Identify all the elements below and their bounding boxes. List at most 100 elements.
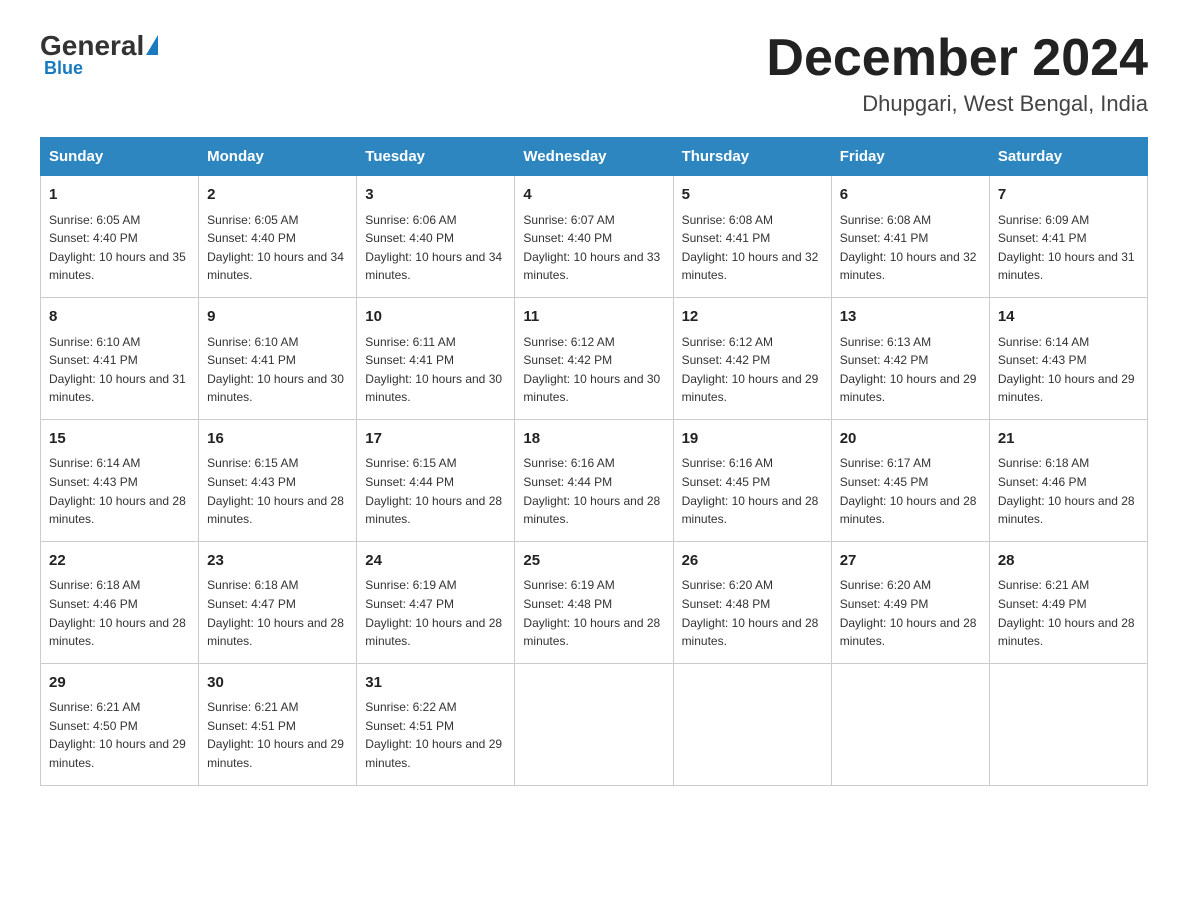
day-info: Sunrise: 6:21 AMSunset: 4:50 PMDaylight:… (49, 698, 190, 772)
day-info: Sunrise: 6:12 AMSunset: 4:42 PMDaylight:… (682, 333, 823, 407)
calendar-cell: 20Sunrise: 6:17 AMSunset: 4:45 PMDayligh… (831, 419, 989, 541)
day-number: 27 (840, 550, 981, 573)
day-number: 12 (682, 306, 823, 329)
week-row-4: 22 Sunrise: 6:18 AMSunset: 4:46 PMDayligh… (41, 541, 1148, 663)
calendar-cell: 13Sunrise: 6:13 AMSunset: 4:42 PMDayligh… (831, 298, 989, 420)
day-number: 18 (523, 428, 664, 451)
header-day-friday: Friday (831, 138, 989, 176)
day-number: 30 (207, 672, 348, 695)
day-info: Sunrise: 6:05 AMSunset: 4:40 PMDaylight:… (49, 211, 190, 285)
day-number: 24 (365, 550, 506, 573)
day-number: 11 (523, 306, 664, 329)
day-info: Sunrise: 6:12 AMSunset: 4:42 PMDaylight:… (523, 333, 664, 407)
day-info: Sunrise: 6:10 AMSunset: 4:41 PMDaylight:… (49, 333, 190, 407)
day-number: 15 (49, 428, 190, 451)
calendar-cell: 22 Sunrise: 6:18 AMSunset: 4:46 PMDayligh… (41, 541, 199, 663)
logo: General Blue (40, 30, 158, 79)
calendar-cell: 30 Sunrise: 6:21 AMSunset: 4:51 PMDayligh… (199, 663, 357, 785)
calendar-cell: 26Sunrise: 6:20 AMSunset: 4:48 PMDayligh… (673, 541, 831, 663)
calendar-cell: 3Sunrise: 6:06 AMSunset: 4:40 PMDaylight… (357, 176, 515, 298)
calendar-subtitle: Dhupgari, West Bengal, India (766, 91, 1148, 117)
day-number: 10 (365, 306, 506, 329)
calendar-cell (515, 663, 673, 785)
calendar-cell: 18Sunrise: 6:16 AMSunset: 4:44 PMDayligh… (515, 419, 673, 541)
calendar-cell: 17 Sunrise: 6:15 AMSunset: 4:44 PMDayligh… (357, 419, 515, 541)
header-day-sunday: Sunday (41, 138, 199, 176)
day-number: 22 (49, 550, 190, 573)
calendar-cell: 15 Sunrise: 6:14 AMSunset: 4:43 PMDayligh… (41, 419, 199, 541)
day-info: Sunrise: 6:14 AMSunset: 4:43 PMDaylight:… (49, 454, 190, 528)
day-info: Sunrise: 6:11 AMSunset: 4:41 PMDaylight:… (365, 333, 506, 407)
week-row-2: 8 Sunrise: 6:10 AMSunset: 4:41 PMDaylight… (41, 298, 1148, 420)
calendar-cell: 4 Sunrise: 6:07 AMSunset: 4:40 PMDaylight… (515, 176, 673, 298)
week-row-5: 29Sunrise: 6:21 AMSunset: 4:50 PMDayligh… (41, 663, 1148, 785)
calendar-cell: 12 Sunrise: 6:12 AMSunset: 4:42 PMDayligh… (673, 298, 831, 420)
calendar-cell: 5 Sunrise: 6:08 AMSunset: 4:41 PMDaylight… (673, 176, 831, 298)
day-info: Sunrise: 6:14 AMSunset: 4:43 PMDaylight:… (998, 333, 1139, 407)
calendar-cell: 28Sunrise: 6:21 AMSunset: 4:49 PMDayligh… (989, 541, 1147, 663)
calendar-cell: 14Sunrise: 6:14 AMSunset: 4:43 PMDayligh… (989, 298, 1147, 420)
header-day-thursday: Thursday (673, 138, 831, 176)
day-info: Sunrise: 6:09 AMSunset: 4:41 PMDaylight:… (998, 211, 1139, 285)
calendar-cell: 11 Sunrise: 6:12 AMSunset: 4:42 PMDayligh… (515, 298, 673, 420)
day-number: 17 (365, 428, 506, 451)
day-number: 26 (682, 550, 823, 573)
calendar-cell (673, 663, 831, 785)
calendar-cell: 27 Sunrise: 6:20 AMSunset: 4:49 PMDayligh… (831, 541, 989, 663)
page-header: General Blue December 2024 Dhupgari, Wes… (40, 30, 1148, 117)
calendar-cell: 9 Sunrise: 6:10 AMSunset: 4:41 PMDaylight… (199, 298, 357, 420)
day-number: 4 (523, 184, 664, 207)
day-number: 9 (207, 306, 348, 329)
day-info: Sunrise: 6:15 AMSunset: 4:43 PMDaylight:… (207, 454, 348, 528)
day-number: 31 (365, 672, 506, 695)
day-info: Sunrise: 6:15 AMSunset: 4:44 PMDaylight:… (365, 454, 506, 528)
calendar-cell (989, 663, 1147, 785)
day-number: 8 (49, 306, 190, 329)
calendar-cell: 25 Sunrise: 6:19 AMSunset: 4:48 PMDayligh… (515, 541, 673, 663)
day-number: 7 (998, 184, 1139, 207)
day-info: Sunrise: 6:20 AMSunset: 4:49 PMDaylight:… (840, 576, 981, 650)
header-row: SundayMondayTuesdayWednesdayThursdayFrid… (41, 138, 1148, 176)
calendar-cell: 6 Sunrise: 6:08 AMSunset: 4:41 PMDaylight… (831, 176, 989, 298)
logo-blue: Blue (44, 58, 83, 79)
day-info: Sunrise: 6:19 AMSunset: 4:48 PMDaylight:… (523, 576, 664, 650)
day-info: Sunrise: 6:18 AMSunset: 4:47 PMDaylight:… (207, 576, 348, 650)
day-number: 19 (682, 428, 823, 451)
day-info: Sunrise: 6:07 AMSunset: 4:40 PMDaylight:… (523, 211, 664, 285)
day-info: Sunrise: 6:21 AMSunset: 4:51 PMDaylight:… (207, 698, 348, 772)
calendar-cell (831, 663, 989, 785)
day-info: Sunrise: 6:21 AMSunset: 4:49 PMDaylight:… (998, 576, 1139, 650)
calendar-cell: 8 Sunrise: 6:10 AMSunset: 4:41 PMDaylight… (41, 298, 199, 420)
calendar-cell: 1 Sunrise: 6:05 AMSunset: 4:40 PMDaylight… (41, 176, 199, 298)
day-info: Sunrise: 6:18 AMSunset: 4:46 PMDaylight:… (49, 576, 190, 650)
day-info: Sunrise: 6:08 AMSunset: 4:41 PMDaylight:… (840, 211, 981, 285)
day-number: 20 (840, 428, 981, 451)
header-day-wednesday: Wednesday (515, 138, 673, 176)
logo-triangle-icon (146, 35, 158, 55)
day-number: 6 (840, 184, 981, 207)
header-day-monday: Monday (199, 138, 357, 176)
day-number: 13 (840, 306, 981, 329)
day-number: 2 (207, 184, 348, 207)
day-info: Sunrise: 6:10 AMSunset: 4:41 PMDaylight:… (207, 333, 348, 407)
day-number: 1 (49, 184, 190, 207)
day-number: 5 (682, 184, 823, 207)
week-row-1: 1 Sunrise: 6:05 AMSunset: 4:40 PMDaylight… (41, 176, 1148, 298)
day-info: Sunrise: 6:18 AMSunset: 4:46 PMDaylight:… (998, 454, 1139, 528)
title-section: December 2024 Dhupgari, West Bengal, Ind… (766, 30, 1148, 117)
calendar-cell: 10 Sunrise: 6:11 AMSunset: 4:41 PMDayligh… (357, 298, 515, 420)
calendar-cell: 16Sunrise: 6:15 AMSunset: 4:43 PMDayligh… (199, 419, 357, 541)
calendar-cell: 24Sunrise: 6:19 AMSunset: 4:47 PMDayligh… (357, 541, 515, 663)
day-info: Sunrise: 6:05 AMSunset: 4:40 PMDaylight:… (207, 211, 348, 285)
day-info: Sunrise: 6:06 AMSunset: 4:40 PMDaylight:… (365, 211, 506, 285)
day-number: 23 (207, 550, 348, 573)
day-info: Sunrise: 6:08 AMSunset: 4:41 PMDaylight:… (682, 211, 823, 285)
calendar-cell: 29Sunrise: 6:21 AMSunset: 4:50 PMDayligh… (41, 663, 199, 785)
day-number: 25 (523, 550, 664, 573)
calendar-cell: 19 Sunrise: 6:16 AMSunset: 4:45 PMDayligh… (673, 419, 831, 541)
day-info: Sunrise: 6:22 AMSunset: 4:51 PMDaylight:… (365, 698, 506, 772)
calendar-cell: 21 Sunrise: 6:18 AMSunset: 4:46 PMDayligh… (989, 419, 1147, 541)
day-number: 21 (998, 428, 1139, 451)
week-row-3: 15 Sunrise: 6:14 AMSunset: 4:43 PMDayligh… (41, 419, 1148, 541)
day-info: Sunrise: 6:16 AMSunset: 4:45 PMDaylight:… (682, 454, 823, 528)
